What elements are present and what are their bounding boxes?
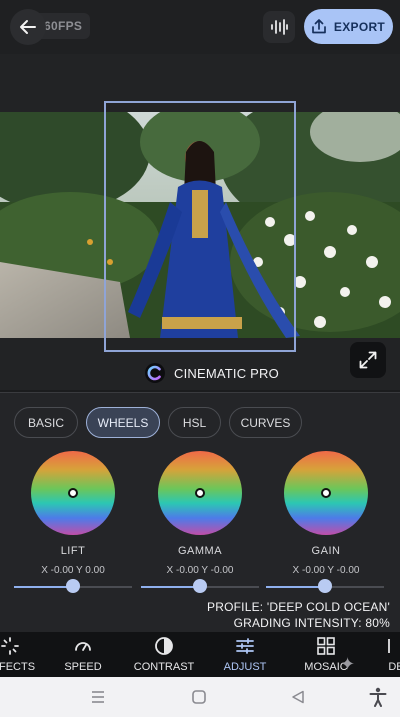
- gamma-label: GAMMA: [177, 545, 223, 557]
- back-nav-button[interactable]: [287, 687, 309, 707]
- nav-partial-item[interactable]: DE: [356, 636, 400, 673]
- gamma-wheel-handle[interactable]: [195, 488, 205, 498]
- partial-icon: [388, 639, 390, 653]
- back-triangle-icon: [292, 690, 304, 704]
- nav-speed-label: SPEED: [64, 661, 102, 673]
- home-icon: [192, 690, 206, 704]
- share-icon: [312, 19, 326, 34]
- gain-slider[interactable]: [266, 579, 384, 595]
- nav-contrast[interactable]: CONTRAST: [124, 636, 204, 673]
- system-navigation-bar: [0, 677, 400, 717]
- gamma-values: X -0.00 Y -0.00: [166, 565, 234, 576]
- video-preview: CINEMATIC PRO: [0, 54, 400, 390]
- gamma-color-wheel[interactable]: [158, 451, 242, 535]
- nav-adjust-label: ADJUST: [223, 661, 267, 673]
- home-button[interactable]: [188, 687, 210, 707]
- back-button[interactable]: [10, 9, 46, 45]
- lift-values: X -0.00 Y 0.00: [41, 565, 105, 576]
- tab-wheels[interactable]: WHEELS: [86, 407, 160, 438]
- fullscreen-button[interactable]: [350, 342, 386, 378]
- tab-hsl[interactable]: HSL: [168, 407, 221, 438]
- gain-label: GAIN: [311, 545, 341, 557]
- gain-slider-thumb[interactable]: [318, 579, 332, 593]
- sliders-icon: [236, 638, 254, 654]
- gain-wheel-handle[interactable]: [321, 488, 331, 498]
- crop-frame[interactable]: [104, 101, 296, 352]
- nav-speed[interactable]: SPEED: [43, 636, 123, 673]
- lut-indicator[interactable]: CINEMATIC PRO: [145, 362, 279, 384]
- grading-intensity: GRADING INTENSITY: 80%: [233, 616, 390, 630]
- adjust-tabs: BASIC WHEELS HSL CURVES: [14, 407, 302, 438]
- lift-wheel-group: LIFT X -0.00 Y 0.00: [18, 451, 128, 576]
- lift-color-wheel[interactable]: [31, 451, 115, 535]
- arrow-left-icon: [20, 20, 36, 34]
- gain-color-wheel[interactable]: [284, 451, 368, 535]
- export-label: EXPORT: [333, 19, 386, 34]
- recent-apps-icon: [92, 691, 104, 703]
- nav-contrast-label: CONTRAST: [133, 661, 195, 673]
- export-button[interactable]: EXPORT: [304, 9, 393, 44]
- audio-waveform-button[interactable]: [263, 11, 295, 43]
- gain-values: X -0.00 Y -0.00: [292, 565, 360, 576]
- grid-icon: [317, 637, 335, 655]
- profile-name: PROFILE: 'DEEP COLD OCEAN': [207, 600, 390, 614]
- top-bar: 60FPS EXPORT: [0, 0, 400, 54]
- lift-slider-thumb[interactable]: [66, 579, 80, 593]
- waveform-icon: [271, 19, 288, 35]
- recent-apps-button[interactable]: [87, 687, 109, 707]
- lift-label: LIFT: [60, 545, 86, 557]
- gamma-slider[interactable]: [141, 579, 259, 595]
- bottom-toolbar: EFFECTS SPEED CONTRAST ADJUST MOSAIC DE …: [0, 632, 400, 677]
- gain-wheel-group: GAIN X -0.00 Y -0.00: [271, 451, 381, 576]
- accessibility-icon: [369, 687, 387, 707]
- tab-basic[interactable]: BASIC: [14, 407, 78, 438]
- expand-icon: [359, 351, 377, 369]
- lift-slider[interactable]: [14, 579, 132, 595]
- lut-name: CINEMATIC PRO: [174, 365, 279, 381]
- gamma-slider-thumb[interactable]: [193, 579, 207, 593]
- gamma-wheel-group: GAMMA X -0.00 Y -0.00: [145, 451, 255, 576]
- accessibility-button[interactable]: [367, 687, 389, 707]
- contrast-icon: [155, 637, 173, 655]
- effects-icon: [1, 637, 19, 655]
- lift-wheel-handle[interactable]: [68, 488, 78, 498]
- nav-adjust[interactable]: ADJUST: [205, 636, 285, 673]
- cinematic-logo-icon: [145, 363, 165, 383]
- sparkle-icon: ✦: [340, 654, 356, 674]
- tab-curves[interactable]: CURVES: [229, 407, 302, 438]
- nav-partial-label: DE: [388, 661, 400, 673]
- grading-profile-info: PROFILE: 'DEEP COLD OCEAN' GRADING INTEN…: [207, 599, 390, 631]
- color-grading-panel: BASIC WHEELS HSL CURVES LIFT X -0.00 Y 0…: [0, 392, 400, 632]
- speedometer-icon: [75, 642, 91, 651]
